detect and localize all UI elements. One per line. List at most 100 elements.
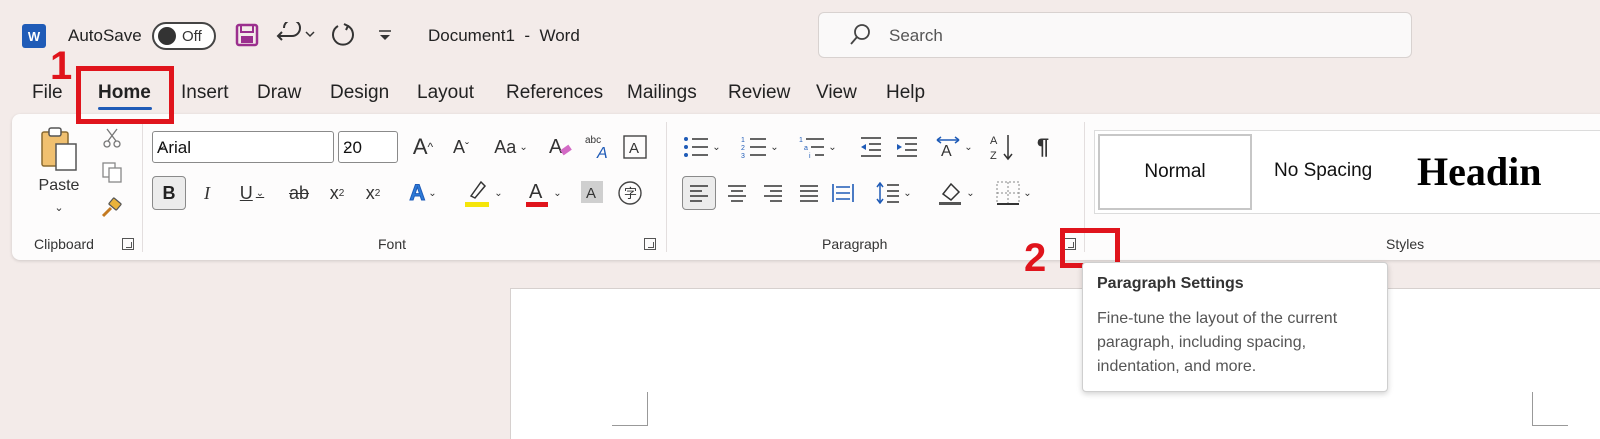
search-placeholder: Search [889, 26, 943, 45]
svg-text:a: a [804, 145, 808, 152]
align-center-icon[interactable] [722, 176, 752, 210]
chevron-down-icon: ⌄ [343, 140, 353, 152]
title-bar: W AutoSave Off Document1 - Word Search [0, 0, 1600, 72]
tab-insert[interactable]: Insert [181, 82, 229, 104]
distributed-icon[interactable] [828, 176, 858, 210]
paragraph-settings-tooltip: Paragraph Settings Fine-tune the layout … [1082, 262, 1388, 392]
font-size-select[interactable]: 20 ⌄ [338, 131, 398, 163]
font-name-select[interactable]: Arial ⌄ [152, 131, 334, 163]
group-divider [142, 122, 143, 252]
format-painter-icon[interactable] [96, 194, 126, 222]
style-normal[interactable]: Normal [1098, 134, 1252, 210]
enclose-characters-icon[interactable]: 字 [614, 176, 646, 210]
tab-layout[interactable]: Layout [417, 82, 474, 104]
paragraph-group-label: Paragraph [822, 236, 888, 252]
tooltip-body: Fine-tune the layout of the current para… [1097, 310, 1338, 375]
copy-icon[interactable] [98, 158, 126, 186]
svg-text:A: A [990, 135, 998, 147]
character-shading-icon[interactable]: A [578, 178, 606, 206]
redo-icon[interactable] [328, 20, 358, 50]
style-no-spacing[interactable]: No Spacing [1274, 160, 1372, 182]
svg-text:A: A [941, 143, 952, 160]
svg-text:Z: Z [990, 150, 997, 162]
tab-help[interactable]: Help [886, 82, 925, 104]
paste-icon[interactable] [38, 124, 82, 174]
chevron-down-icon: ⌄ [157, 140, 167, 152]
word-logo-icon: W [22, 24, 46, 48]
multilevel-list-icon[interactable]: 1 a i ⌄ [792, 132, 844, 162]
italic-button[interactable]: I [192, 176, 222, 210]
numbering-icon[interactable]: 1 2 3 ⌄ [734, 132, 786, 162]
font-dialog-launcher-icon[interactable] [644, 238, 656, 250]
grow-font-icon[interactable]: A ^ [408, 132, 438, 162]
paste-dropdown-icon[interactable]: ⌄ [46, 198, 72, 216]
tab-draw[interactable]: Draw [257, 82, 301, 104]
text-effects-icon[interactable]: A ⌄ [398, 176, 448, 210]
autosave-label: AutoSave [68, 26, 142, 45]
change-case-icon[interactable]: Aa ⌄ [486, 132, 536, 162]
justify-icon[interactable] [794, 176, 824, 210]
align-left-button[interactable] [682, 176, 716, 210]
svg-text:1: 1 [741, 137, 745, 144]
customize-toolbar-icon[interactable] [374, 20, 396, 50]
svg-text:A: A [586, 185, 596, 202]
text-direction-icon[interactable]: A ⌄ [928, 132, 980, 162]
svg-text:2: 2 [741, 145, 745, 152]
highlight-color-icon[interactable]: ⌄ [458, 176, 508, 210]
autosave-toggle[interactable]: Off [152, 22, 216, 50]
tab-design[interactable]: Design [330, 82, 389, 104]
svg-text:A: A [529, 181, 543, 203]
tab-mailings[interactable]: Mailings [627, 82, 697, 104]
tab-review[interactable]: Review [728, 82, 790, 104]
show-formatting-marks-icon[interactable]: ¶ [1028, 132, 1058, 162]
shading-icon[interactable]: ⌄ [930, 176, 982, 210]
clipboard-dialog-launcher-icon[interactable] [122, 238, 134, 250]
ribbon: Paste ⌄ Clipboard Arial ⌄ 20 ⌄ A ^ Aˇ Aa ⌄… [12, 114, 1600, 260]
tab-view[interactable]: View [816, 82, 857, 104]
svg-text:A: A [549, 136, 563, 158]
annotation-number-1: 1 [50, 44, 73, 88]
align-right-icon[interactable] [758, 176, 788, 210]
svg-text:i: i [809, 153, 811, 159]
svg-text:A: A [629, 140, 639, 157]
font-group-label: Font [378, 236, 407, 252]
cut-icon[interactable] [98, 124, 126, 152]
bullets-icon[interactable]: ⌄ [676, 132, 728, 162]
subscript-button[interactable]: x2 [322, 176, 352, 210]
paste-label[interactable]: Paste [34, 176, 84, 196]
svg-text:3: 3 [741, 153, 745, 159]
undo-icon[interactable] [274, 20, 318, 50]
svg-text:1: 1 [799, 137, 803, 144]
clear-formatting-icon[interactable]: A [544, 132, 576, 162]
sort-icon[interactable]: AZ [988, 130, 1018, 164]
line-spacing-icon[interactable]: ⌄ [868, 176, 920, 210]
text-effects-abc-icon[interactable]: abc A [582, 130, 614, 162]
decrease-indent-icon[interactable] [856, 132, 886, 162]
document-page[interactable] [510, 288, 1600, 439]
search-icon [849, 23, 871, 52]
increase-indent-icon[interactable] [892, 132, 922, 162]
strikethrough-button[interactable]: ab [282, 176, 316, 210]
margin-corner-left [612, 392, 648, 426]
search-box[interactable]: Search [818, 12, 1412, 58]
document-title: Document1 - Word [428, 26, 580, 45]
tooltip-title: Paragraph Settings [1097, 275, 1244, 292]
bold-button[interactable]: B [152, 176, 186, 210]
save-icon[interactable] [232, 20, 262, 50]
svg-text:字: 字 [624, 187, 637, 202]
annotation-number-2: 2 [1024, 236, 1047, 280]
underline-button[interactable]: U ⌄ [228, 176, 276, 210]
margin-corner-right [1532, 392, 1568, 426]
clipboard-group-label: Clipboard [34, 236, 94, 252]
annotation-box-home [76, 66, 174, 124]
style-heading[interactable]: Headin [1417, 148, 1541, 195]
borders-icon[interactable]: ⌄ [988, 176, 1040, 210]
shrink-font-icon[interactable]: Aˇ [446, 132, 476, 162]
font-color-icon[interactable]: A ⌄ [518, 176, 568, 210]
tab-references[interactable]: References [506, 82, 603, 104]
autosave-state: Off [182, 28, 202, 45]
svg-text:A: A [596, 145, 608, 161]
character-border-icon[interactable]: A [620, 132, 650, 162]
toggle-knob [158, 27, 176, 45]
superscript-button[interactable]: x2 [358, 176, 388, 210]
